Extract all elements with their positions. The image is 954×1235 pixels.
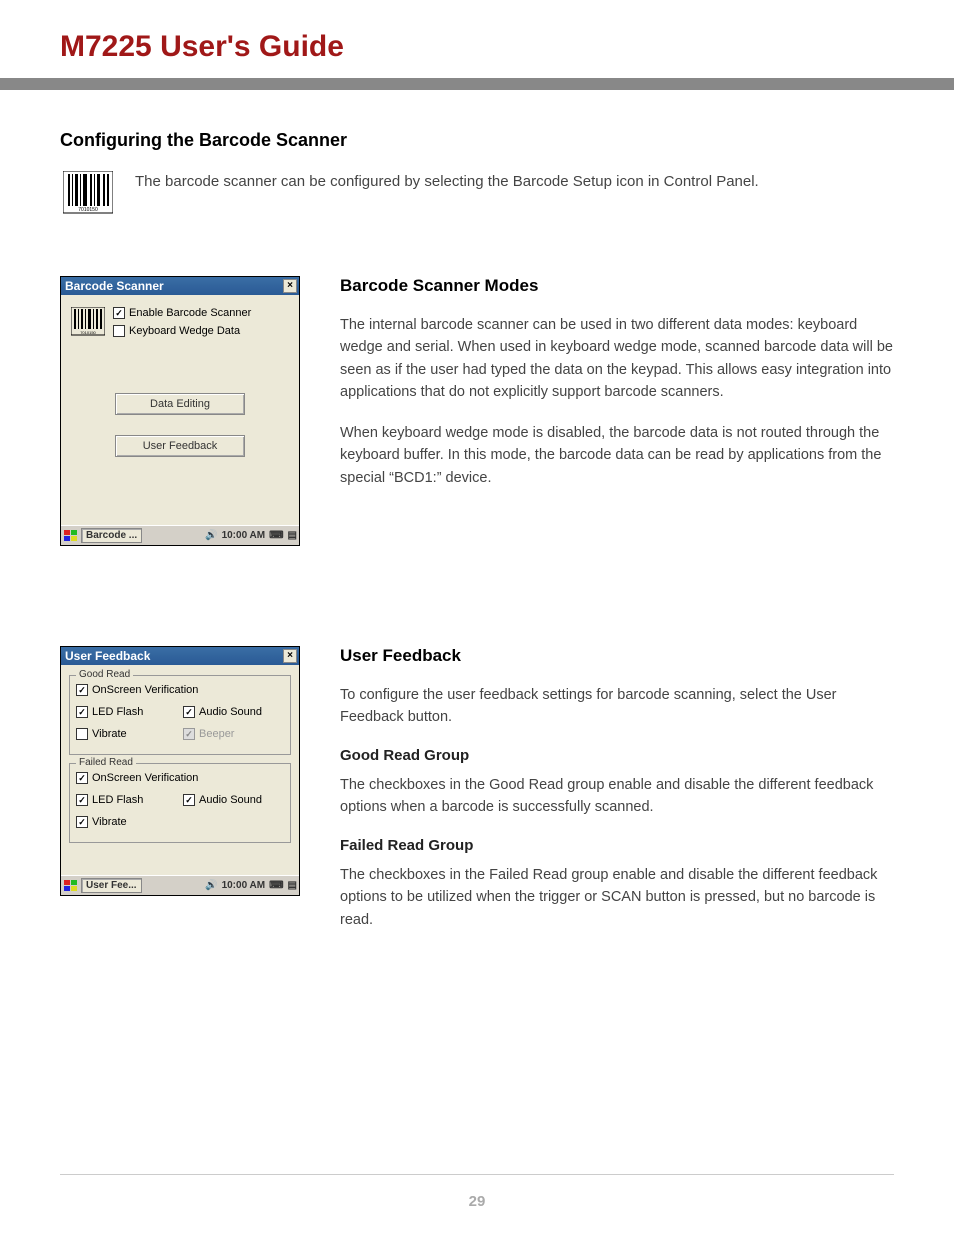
desktop-icon[interactable]: ▤ [288,880,297,891]
start-icon[interactable] [63,879,79,893]
divider-bar [0,78,954,90]
failed-onscreen-checkbox[interactable] [76,772,88,784]
good-audio-checkbox[interactable] [183,706,195,718]
start-icon[interactable] [63,529,79,543]
failed-read-heading: Failed Read Group [340,837,894,854]
modes-p1: The internal barcode scanner can be used… [340,314,894,404]
failed-read-legend: Failed Read [76,757,136,768]
failed-audio-label: Audio Sound [199,794,262,806]
good-read-legend: Good Read [76,669,133,680]
taskbar-task[interactable]: User Fee... [81,878,142,893]
barcode-icon: 7010150 [71,307,105,337]
user-feedback-button[interactable]: User Feedback [115,435,245,457]
good-led-label: LED Flash [92,706,143,718]
taskbar-task[interactable]: Barcode ... [81,528,142,543]
good-beeper-label: Beeper [199,728,234,740]
intro-text: The barcode scanner can be configured by… [135,171,759,192]
good-read-text: The checkboxes in the Good Read group en… [340,774,894,819]
good-read-group: Good Read OnScreen Verification LED Flas… [69,675,291,755]
tray-icon[interactable]: 🔊 [205,880,217,891]
keyboard-icon[interactable]: ⌨ [269,530,283,541]
failed-read-text: The checkboxes in the Failed Read group … [340,864,894,931]
tray-icon[interactable]: 🔊 [205,530,217,541]
keyboard-icon[interactable]: ⌨ [269,880,283,891]
footer-rule [60,1174,894,1175]
enable-barcode-checkbox[interactable] [113,307,125,319]
close-icon[interactable]: × [283,649,297,663]
window-title: Barcode Scanner [65,279,164,293]
good-vibrate-label: Vibrate [92,728,127,740]
keyboard-wedge-checkbox[interactable] [113,325,125,337]
good-beeper-checkbox [183,728,195,740]
user-feedback-p1: To configure the user feedback settings … [340,684,894,729]
close-icon[interactable]: × [283,279,297,293]
failed-onscreen-label: OnScreen Verification [92,772,198,784]
modes-heading: Barcode Scanner Modes [340,276,894,296]
desktop-icon[interactable]: ▤ [288,530,297,541]
barcode-setup-icon: 7010150 [60,171,115,226]
failed-read-group: Failed Read OnScreen Verification LED Fl… [69,763,291,843]
good-audio-label: Audio Sound [199,706,262,718]
taskbar-time: 10:00 AM [222,530,266,541]
section-heading: Configuring the Barcode Scanner [60,130,894,151]
svg-text:7010150: 7010150 [78,207,98,213]
good-onscreen-label: OnScreen Verification [92,684,198,696]
window-title: User Feedback [65,649,150,663]
failed-audio-checkbox[interactable] [183,794,195,806]
modes-p2: When keyboard wedge mode is disabled, th… [340,422,894,489]
failed-led-checkbox[interactable] [76,794,88,806]
taskbar-time: 10:00 AM [222,880,266,891]
good-onscreen-checkbox[interactable] [76,684,88,696]
failed-led-label: LED Flash [92,794,143,806]
good-read-heading: Good Read Group [340,747,894,764]
failed-vibrate-label: Vibrate [92,816,127,828]
keyboard-wedge-label: Keyboard Wedge Data [129,325,240,337]
svg-text:7010150: 7010150 [80,330,96,335]
good-vibrate-checkbox[interactable] [76,728,88,740]
failed-vibrate-checkbox[interactable] [76,816,88,828]
barcode-scanner-window: Barcode Scanner × [60,276,300,546]
enable-barcode-label: Enable Barcode Scanner [129,307,251,319]
good-led-checkbox[interactable] [76,706,88,718]
page-number: 29 [0,1193,954,1210]
user-feedback-heading: User Feedback [340,646,894,666]
user-feedback-window: User Feedback × Good Read OnScreen Verif… [60,646,300,896]
data-editing-button[interactable]: Data Editing [115,393,245,415]
page-title: M7225 User's Guide [0,0,954,78]
